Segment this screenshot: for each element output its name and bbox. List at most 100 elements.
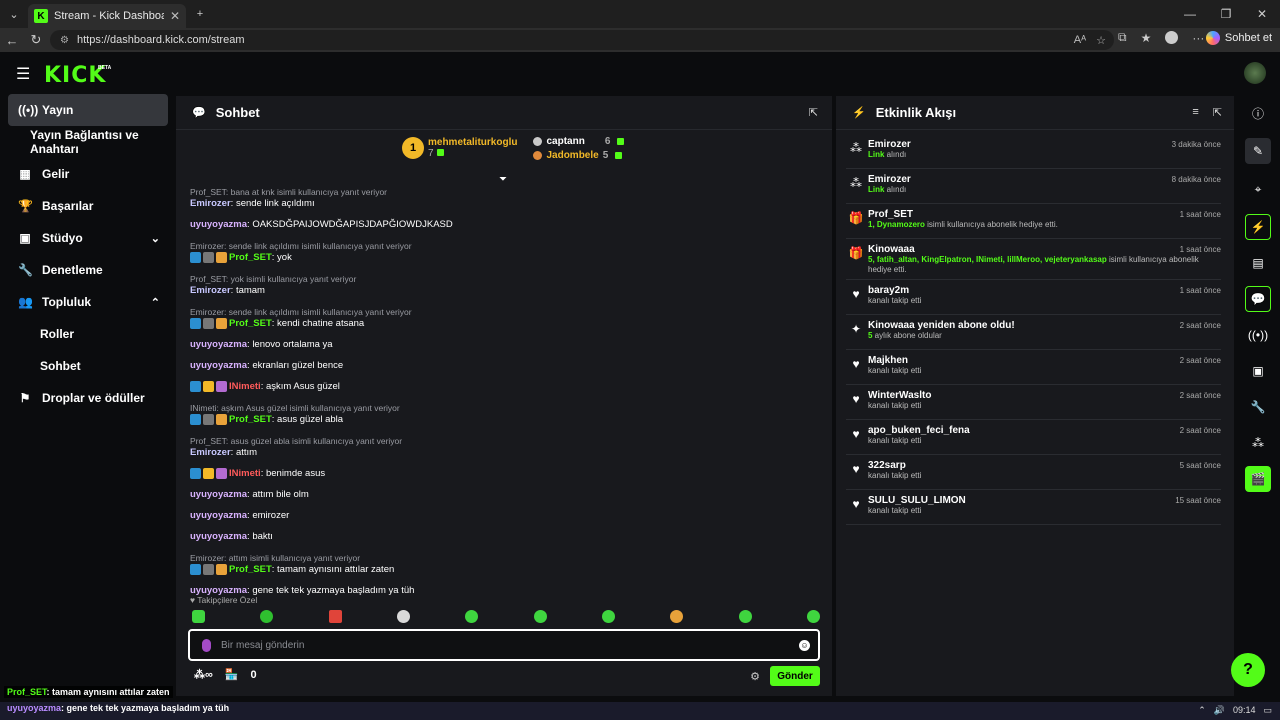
popout-icon[interactable]: ⇱ <box>809 106 818 119</box>
chat-message[interactable]: uyuyoyazma: gene tek tek yazmaya başladı… <box>190 585 810 597</box>
chat-message[interactable]: Prof_SET: bana at knk isimli kullanıcıya… <box>190 186 810 210</box>
activity-name[interactable]: Emirozer <box>868 174 1221 185</box>
activity-item[interactable]: 🎁 Prof_SET 1, Dynamozero isimli kullanıcıy… <box>846 204 1221 239</box>
chat-username[interactable]: Emirozer <box>190 447 231 458</box>
sidebar-item-roller[interactable]: Roller <box>0 318 176 350</box>
profile-avatar-icon[interactable] <box>1165 31 1179 44</box>
chat-username[interactable]: INimeti <box>229 468 261 479</box>
collapse-pinned-icon[interactable]: ⏷ <box>499 174 507 185</box>
sidebar-item-stream-key[interactable]: Yayın Bağlantısı ve Anahtarı <box>0 126 176 158</box>
emote-icon[interactable] <box>738 610 752 623</box>
sidebar-item-droplar[interactable]: ⚑ Droplar ve ödüller <box>0 382 176 414</box>
minimize-icon[interactable]: — <box>1172 7 1208 21</box>
emote-icon[interactable] <box>670 610 684 623</box>
help-chat-icon[interactable]: ? <box>1231 653 1265 687</box>
chat-username[interactable]: Prof_SET <box>229 318 272 329</box>
activity-item[interactable]: ♥ WinterWaslto kanalı takip etti 2 saat önc… <box>846 385 1221 420</box>
read-aloud-icon[interactable]: Aᴬ <box>1074 34 1086 47</box>
sidebar-item-denetleme[interactable]: 🔧 Denetleme <box>0 254 176 286</box>
activity-item[interactable]: ♥ apo_buken_feci_fena kanalı takip etti 2 s… <box>846 420 1221 455</box>
chat-username[interactable]: uyuyoyazma <box>190 531 247 542</box>
chat-settings-gear-icon[interactable]: ⚙ <box>750 670 760 683</box>
wrench-icon[interactable]: 🔧 <box>1245 394 1271 420</box>
reply-context[interactable]: INimeti: aşkım Asus güzel isimli kullanı… <box>190 402 810 414</box>
activity-toggle-lightning-icon[interactable]: ⚡ <box>1245 214 1271 240</box>
copilot-button[interactable]: Sohbet et <box>1205 31 1272 45</box>
activity-item[interactable]: ♥ SULU_SULU_LIMON kanalı takip etti 15 saat… <box>846 490 1221 525</box>
chat-message-input[interactable]: Bir mesaj gönderin ☺ <box>188 629 820 661</box>
chat-username[interactable]: Emirozer <box>190 198 231 209</box>
clip-icon[interactable]: ⌖ <box>1245 176 1271 202</box>
sidebar-item-studyo[interactable]: ▣ Stüdyo ⌄ <box>0 222 176 254</box>
chevron-down-icon[interactable]: ⌄ <box>151 232 160 245</box>
chat-message[interactable]: Emirozer: attım isimli kullanıcıya yanıt… <box>190 552 810 576</box>
activity-name[interactable]: Majkhen <box>868 355 1221 366</box>
favorites-icon[interactable]: ★ <box>1141 31 1152 45</box>
emote-icon[interactable] <box>465 610 479 623</box>
emote-icon[interactable] <box>601 610 615 623</box>
sidebar-item-gelir[interactable]: ▦ Gelir <box>0 158 176 190</box>
activity-name[interactable]: Emirozer <box>868 139 1221 150</box>
sidebar-item-basarilar[interactable]: 🏆 Başarılar <box>0 190 176 222</box>
clock[interactable]: 09:14 <box>1233 705 1256 716</box>
send-button[interactable]: Gönder <box>770 666 820 686</box>
chat-message[interactable]: Prof_SET: asus güzel abla isimli kullanı… <box>190 435 810 459</box>
chat-message[interactable]: uyuyoyazma: lenovo ortalama ya <box>190 339 810 351</box>
chat-message[interactable]: uyuyoyazma: ekranları güzel bence <box>190 360 810 372</box>
leaderboard-third[interactable]: Jadombele 5 <box>533 148 624 162</box>
clapper-icon[interactable]: 🎬 <box>1245 466 1271 492</box>
reply-context[interactable]: Prof_SET: bana at knk isimli kullanıcıya… <box>190 186 810 198</box>
leaderboard-first[interactable]: 1 mehmetaliturkoglu 7 <box>402 134 517 162</box>
emote-icon[interactable] <box>396 610 410 623</box>
activity-name[interactable]: baray2m <box>868 285 1221 296</box>
emote-icon[interactable] <box>192 610 205 623</box>
activity-item[interactable]: ♥ baray2m kanalı takip etti 1 saat önce <box>846 280 1221 315</box>
activity-name[interactable]: 322sarp <box>868 460 1221 471</box>
close-window-icon[interactable]: ✕ <box>1244 7 1280 21</box>
sidebar-item-topluluk[interactable]: 👥 Topluluk ⌃ <box>0 286 176 318</box>
activity-item[interactable]: ⁂ Emirozer Link alındı 3 dakika önce <box>846 134 1221 169</box>
chat-message[interactable]: INimeti: aşkım Asus güzel <box>190 381 810 393</box>
browser-tab[interactable]: K Stream - Kick Dashboard ✕ <box>28 4 186 28</box>
chat-message[interactable]: Prof_SET: yok isimli kullanıcıya yanıt v… <box>190 273 810 297</box>
reply-context[interactable]: Prof_SET: yok isimli kullanıcıya yanıt v… <box>190 273 810 285</box>
back-arrow-icon[interactable]: ← <box>0 33 24 48</box>
emote-icon[interactable] <box>533 610 547 623</box>
site-info-icon[interactable]: ⚙ <box>60 35 69 46</box>
chat-message[interactable]: uyuyoyazma: emirozer <box>190 510 810 522</box>
emoji-picker-icon[interactable]: ☺ <box>799 639 810 651</box>
channel-points-icon[interactable]: ⁂∞ <box>194 668 213 681</box>
chat-message[interactable]: INimeti: aşkım Asus güzel isimli kullanı… <box>190 402 810 426</box>
activity-item[interactable]: ♥ Majkhen kanalı takip etti 2 saat önce <box>846 350 1221 385</box>
microphone-icon[interactable] <box>202 638 211 652</box>
chat-username[interactable]: Prof_SET <box>229 414 272 425</box>
drops-icon[interactable]: ⁂ <box>1245 430 1271 456</box>
mod-tools-icon[interactable]: ▣ <box>1245 358 1271 384</box>
user-avatar[interactable] <box>1244 62 1266 84</box>
chat-username[interactable]: uyuyoyazma <box>190 219 247 230</box>
chat-message[interactable]: Emirozer: sende link açıldımı isimli kul… <box>190 306 810 330</box>
url-input[interactable]: ⚙ https://dashboard.kick.com/stream Aᴬ ☆ <box>50 30 1114 50</box>
chat-message[interactable]: INimeti: benimde asus <box>190 468 810 480</box>
chat-username[interactable]: uyuyoyazma <box>190 339 247 350</box>
sidebar-item-sohbet[interactable]: Sohbet <box>0 350 176 382</box>
chevron-up-icon[interactable]: ⌃ <box>1198 705 1206 716</box>
activity-name[interactable]: Kinowaaa <box>868 244 1221 255</box>
extensions-icon[interactable]: ⧉ <box>1118 30 1127 45</box>
edit-pencil-icon[interactable]: ✎ <box>1245 138 1271 164</box>
new-tab-plus-icon[interactable]: + <box>190 4 210 24</box>
reply-context[interactable]: Prof_SET: asus güzel abla isimli kullanı… <box>190 435 810 447</box>
tab-close-icon[interactable]: ✕ <box>170 9 180 23</box>
notification-icon[interactable]: ▭ <box>1263 705 1272 716</box>
speaker-icon[interactable]: 🔊 <box>1214 705 1225 716</box>
activity-name[interactable]: SULU_SULU_LIMON <box>868 495 1221 506</box>
activity-item[interactable]: ⁂ Emirozer Link alındı 8 dakika önce <box>846 169 1221 204</box>
reload-icon[interactable]: ↻ <box>24 32 48 48</box>
chat-message[interactable]: uyuyoyazma: attım bile olm <box>190 489 810 501</box>
more-menu-icon[interactable]: ··· <box>1192 31 1204 45</box>
chat-username[interactable]: Prof_SET <box>229 564 272 575</box>
chat-username[interactable]: uyuyoyazma <box>190 489 247 500</box>
chat-message[interactable]: Emirozer: sende link açıldımı isimli kul… <box>190 240 810 264</box>
activity-name[interactable]: Kinowaaa yeniden abone oldu! <box>868 320 1221 331</box>
chat-username[interactable]: uyuyoyazma <box>190 510 247 521</box>
